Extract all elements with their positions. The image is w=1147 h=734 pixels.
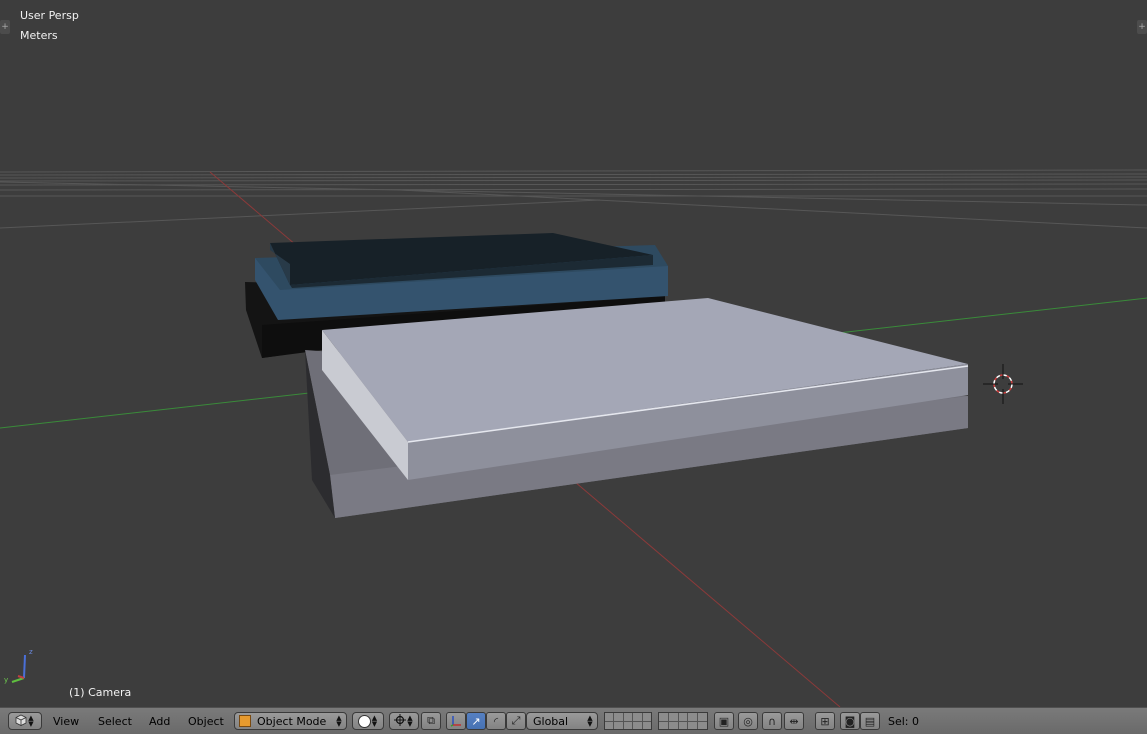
translate-manipulator-icon[interactable]: ↗ bbox=[466, 712, 486, 730]
region-toggle-right[interactable]: + bbox=[1137, 20, 1147, 34]
selection-count: Sel: 0 bbox=[888, 715, 920, 728]
chevron-updown-icon: ▲ ▼ bbox=[336, 714, 342, 728]
chevron-updown-icon: ▲ ▼ bbox=[407, 714, 413, 728]
scale-manipulator-icon[interactable]: ⤢ bbox=[506, 712, 526, 730]
layers-group-2[interactable] bbox=[658, 712, 708, 730]
chevron-updown-icon: ▲ ▼ bbox=[28, 714, 34, 728]
axis-z-label: z bbox=[29, 648, 33, 656]
chevron-updown-icon: ▲ ▼ bbox=[371, 714, 378, 728]
lock-layers-icon[interactable]: ▣ bbox=[714, 712, 734, 730]
render-animation-icon[interactable]: ▤ bbox=[860, 712, 880, 730]
orientation-label: Global bbox=[533, 714, 569, 728]
transform-orientation-selector[interactable]: Global ▲ ▼ bbox=[526, 712, 598, 730]
editor-type-selector[interactable]: ▲ ▼ bbox=[8, 712, 42, 730]
chevron-updown-icon: ▲ ▼ bbox=[587, 714, 593, 728]
rotate-manipulator-icon[interactable]: ◜ bbox=[486, 712, 506, 730]
3d-viewport[interactable]: + + User Persp Meters z y (1) Camera bbox=[0, 0, 1147, 707]
region-toggle-left[interactable]: + bbox=[0, 20, 10, 34]
menu-view[interactable]: View bbox=[53, 715, 79, 728]
sphere-icon bbox=[357, 714, 371, 728]
menu-select[interactable]: Select bbox=[98, 715, 132, 728]
mode-label: Object Mode bbox=[257, 714, 327, 728]
menu-add[interactable]: Add bbox=[149, 715, 170, 728]
shading-selector[interactable]: ▲ ▼ bbox=[352, 712, 384, 730]
units-label: Meters bbox=[20, 29, 58, 42]
layers-group-1[interactable] bbox=[604, 712, 652, 730]
proportional-edit-icon[interactable]: ◎ bbox=[738, 712, 758, 730]
floor-grid bbox=[0, 169, 1147, 229]
axes-widget bbox=[11, 654, 26, 683]
render-camera-icon[interactable]: ◙ bbox=[840, 712, 860, 730]
object-mode-icon bbox=[239, 715, 251, 727]
manipulator-toggle-icon[interactable] bbox=[446, 712, 466, 730]
viewport-header: ▲ ▼ View Select Add Object Object Mode ▲ ▼… bbox=[0, 707, 1147, 734]
scene-canvas[interactable] bbox=[0, 0, 1147, 707]
snap-target-icon[interactable]: ⊞ bbox=[815, 712, 835, 730]
snap-toggle-icon[interactable]: ∩ bbox=[762, 712, 782, 730]
mode-selector[interactable]: Object Mode ▲ ▼ bbox=[234, 712, 347, 730]
axis-y-label: y bbox=[4, 676, 9, 684]
view-label: User Persp bbox=[20, 9, 79, 22]
pivot-selector[interactable]: ▲ ▼ bbox=[389, 712, 419, 730]
3d-cursor-icon[interactable] bbox=[983, 364, 1023, 404]
menu-object[interactable]: Object bbox=[188, 715, 224, 728]
snap-element-icon[interactable]: ⇹ bbox=[784, 712, 804, 730]
pivot-only-origins-icon[interactable]: ⧉ bbox=[421, 712, 441, 730]
object-info-label: (1) Camera bbox=[69, 686, 132, 699]
cube-icon bbox=[15, 714, 27, 729]
crosshair-icon bbox=[394, 713, 406, 729]
